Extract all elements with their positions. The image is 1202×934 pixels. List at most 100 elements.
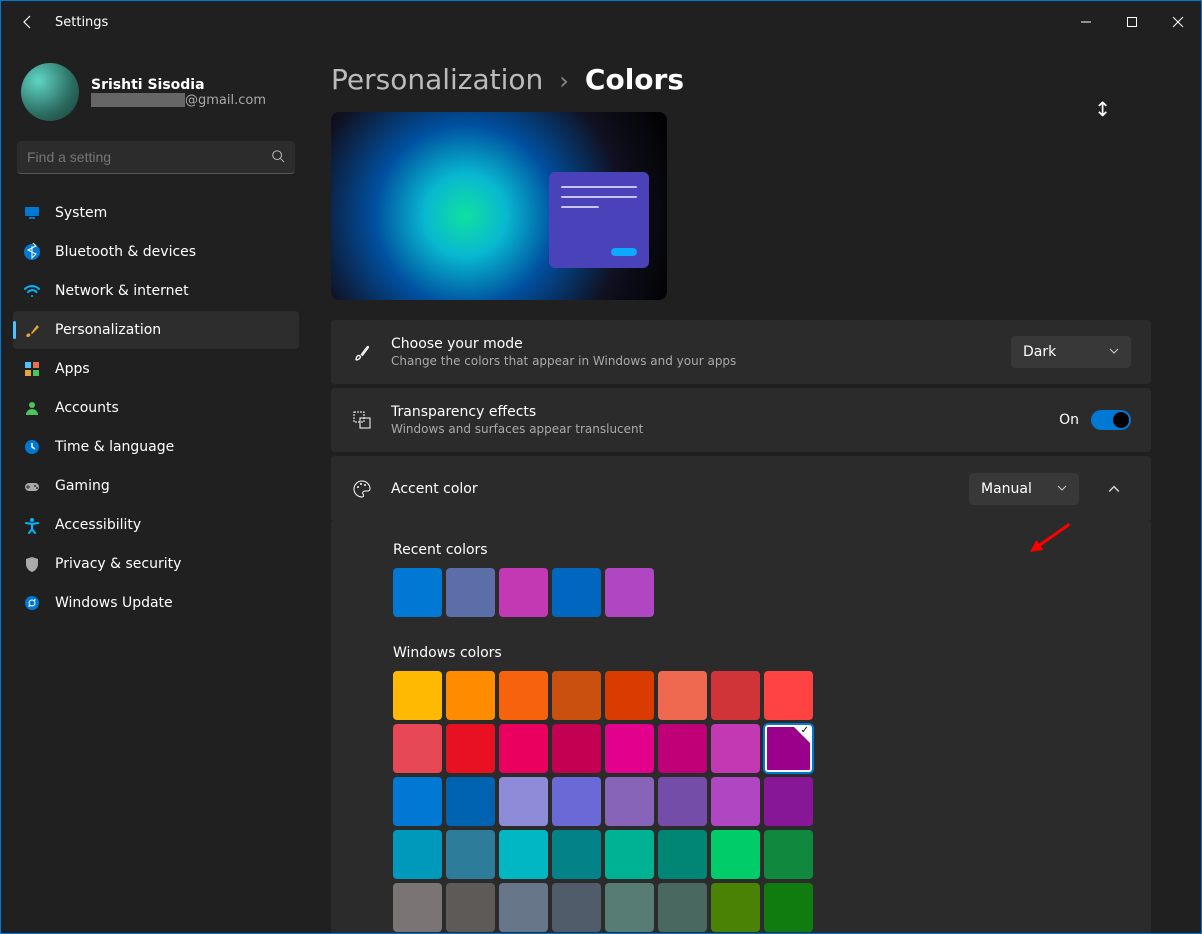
transparency-row[interactable]: Transparency effects Windows and surface… [331,388,1151,452]
color-swatch[interactable] [393,724,442,773]
minimize-button[interactable] [1063,1,1109,43]
color-swatch[interactable] [658,724,707,773]
color-swatch[interactable] [499,830,548,879]
accent-color-row[interactable]: Accent color Manual [331,456,1151,522]
color-swatch[interactable] [446,883,495,932]
sidebar-item-apps[interactable]: Apps [13,350,299,388]
sidebar-item-network-internet[interactable]: Network & internet [13,272,299,310]
color-swatch[interactable] [393,671,442,720]
breadcrumb: Personalization › Colors [331,63,1151,96]
color-swatch[interactable] [499,671,548,720]
sidebar-item-privacy-security[interactable]: Privacy & security [13,545,299,583]
color-swatch[interactable] [393,830,442,879]
recent-color-swatch[interactable] [605,568,654,617]
color-swatch[interactable] [658,777,707,826]
recent-colors-label: Recent colors [393,542,1089,558]
color-swatch[interactable] [552,883,601,932]
sidebar: Srishti Sisodia @gmail.com System Bluetoo… [1,43,311,933]
color-swatch[interactable] [711,830,760,879]
color-swatch[interactable] [764,671,813,720]
recent-color-swatch[interactable] [499,568,548,617]
accent-color-panel: Recent colors Windows colors [331,522,1151,933]
collapse-button[interactable] [1097,472,1131,506]
recent-color-swatch[interactable] [552,568,601,617]
sidebar-item-personalization[interactable]: Personalization [13,311,299,349]
color-swatch[interactable] [658,883,707,932]
color-swatch[interactable] [711,883,760,932]
color-swatch[interactable] [552,671,601,720]
sidebar-item-label: Time & language [55,439,174,455]
sidebar-item-label: System [55,205,107,221]
clock-icon [23,438,41,456]
sidebar-item-label: Accounts [55,400,119,416]
sidebar-item-label: Gaming [55,478,110,494]
color-swatch[interactable] [552,830,601,879]
page-title: Colors [585,63,684,96]
maximize-button[interactable] [1109,1,1155,43]
sidebar-item-label: Accessibility [55,517,141,533]
color-swatch[interactable] [764,883,813,932]
search-icon [271,148,285,167]
resize-cursor-icon: ↕ [1094,97,1111,121]
color-swatch[interactable] [446,777,495,826]
chevron-down-icon [1109,344,1119,360]
avatar [21,63,79,121]
color-swatch[interactable] [605,883,654,932]
recent-color-swatch[interactable] [393,568,442,617]
bluetooth-icon [23,243,41,261]
chevron-down-icon [1057,481,1067,497]
sidebar-item-accounts[interactable]: Accounts [13,389,299,427]
windows-colors-label: Windows colors [393,645,1089,661]
color-swatch[interactable] [605,777,654,826]
sidebar-item-accessibility[interactable]: Accessibility [13,506,299,544]
update-icon [23,594,41,612]
sidebar-item-time-language[interactable]: Time & language [13,428,299,466]
wifi-icon [23,282,41,300]
sidebar-item-gaming[interactable]: Gaming [13,467,299,505]
brush-icon [23,321,41,339]
chevron-right-icon: › [559,67,569,95]
color-swatch[interactable] [764,830,813,879]
color-swatch[interactable] [605,830,654,879]
profile-section[interactable]: Srishti Sisodia @gmail.com [13,43,299,141]
color-swatch[interactable] [711,777,760,826]
accent-dropdown[interactable]: Manual [969,473,1079,505]
color-swatch[interactable] [499,883,548,932]
brush-icon [351,341,373,363]
color-swatch[interactable] [552,724,601,773]
color-swatch[interactable] [764,724,813,773]
sidebar-item-system[interactable]: System [13,194,299,232]
color-swatch[interactable] [605,724,654,773]
close-button[interactable] [1155,1,1201,43]
recent-color-swatch[interactable] [446,568,495,617]
color-swatch[interactable] [711,724,760,773]
sidebar-item-bluetooth-devices[interactable]: Bluetooth & devices [13,233,299,271]
color-swatch[interactable] [658,830,707,879]
transparency-toggle[interactable] [1091,410,1131,430]
choose-mode-row[interactable]: Choose your mode Change the colors that … [331,320,1151,384]
color-swatch[interactable] [499,724,548,773]
breadcrumb-parent[interactable]: Personalization [331,63,543,96]
color-swatch[interactable] [393,777,442,826]
color-swatch[interactable] [552,777,601,826]
row-title: Transparency effects [391,404,1041,420]
color-swatch[interactable] [446,830,495,879]
back-button[interactable] [13,7,43,37]
color-swatch[interactable] [499,777,548,826]
sidebar-item-windows-update[interactable]: Windows Update [13,584,299,622]
search-input[interactable] [17,141,295,174]
color-swatch[interactable] [446,724,495,773]
color-swatch[interactable] [658,671,707,720]
color-swatch[interactable] [711,671,760,720]
row-title: Accent color [391,481,951,497]
sidebar-item-label: Apps [55,361,90,377]
color-swatch[interactable] [764,777,813,826]
sidebar-item-label: Personalization [55,322,161,338]
mode-dropdown[interactable]: Dark [1011,336,1131,368]
color-swatch[interactable] [446,671,495,720]
color-swatch[interactable] [605,671,654,720]
color-swatch[interactable] [393,883,442,932]
apps-icon [23,360,41,378]
toggle-status: On [1059,412,1079,428]
transparency-icon [351,409,373,431]
